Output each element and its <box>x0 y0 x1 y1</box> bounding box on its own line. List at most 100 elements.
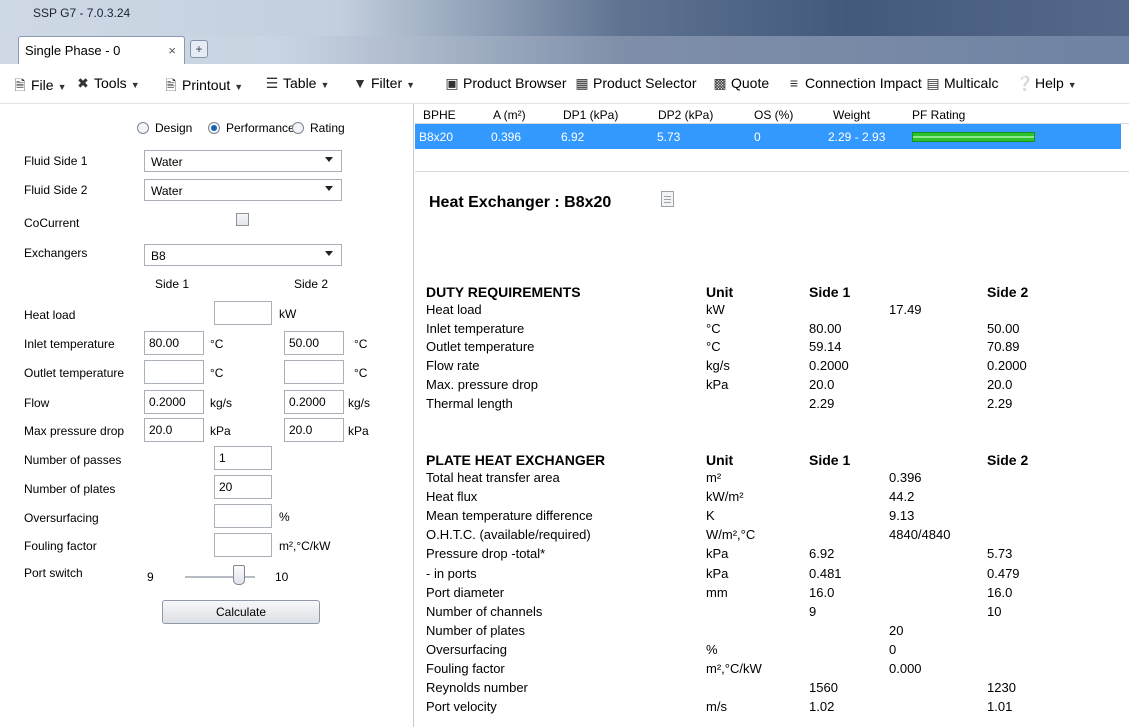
cell-os: 0 <box>754 130 761 144</box>
plate-header-label: PLATE HEAT EXCHANGER <box>426 452 606 468</box>
duty-row-label: Thermal length <box>426 395 513 411</box>
tools-menu[interactable]: ✖ Tools ▼ <box>75 75 139 92</box>
product-selector-label: Product Selector <box>593 75 697 91</box>
chevron-down-icon <box>325 251 333 256</box>
port-switch-max: 10 <box>275 570 289 584</box>
toolbar: 🗎 File ▼ ✖ Tools ▼ 🖹 Printout ▼ ☰ Table ▼ ▼ Filte… <box>0 64 1129 104</box>
fluid-side-1-label: Fluid Side 1 <box>24 154 88 168</box>
plate-row-unit: kW/m² <box>706 489 744 505</box>
quote-label: Quote <box>731 75 770 91</box>
column-header[interactable]: PF Rating <box>912 108 965 122</box>
heat-load-input[interactable] <box>214 301 272 325</box>
mode-design-radio[interactable]: Design <box>137 121 192 135</box>
multicalc-icon: ▤ <box>926 75 940 91</box>
plate-row-mid: 4840/4840 <box>889 527 951 543</box>
inlet-temperature-side1-unit: °C <box>210 337 224 351</box>
cell-dp2: 5.73 <box>657 130 681 144</box>
fouling-factor-input[interactable] <box>214 533 272 557</box>
cell-bphe: B8x20 <box>419 130 454 144</box>
divider <box>415 171 1129 172</box>
plate-row-unit: kPa <box>706 565 729 581</box>
duty-header-unit: Unit <box>706 284 734 300</box>
exchangers-select[interactable]: B8 <box>144 244 342 266</box>
max-pressure-drop-side2-input[interactable]: 20.0 <box>284 418 344 442</box>
plate-row-label: Oversurfacing <box>426 641 507 657</box>
filter-icon: ▼ <box>353 75 367 91</box>
product-browser-icon: ▣ <box>445 75 459 91</box>
tab-strip: Single Phase - 0 × + <box>0 36 1129 64</box>
max-pressure-drop-side1-input[interactable]: 20.0 <box>144 418 204 442</box>
flow-label: Flow <box>24 396 50 410</box>
plate-row-mid: 0 <box>889 641 897 657</box>
duty-row-s1: 80.00 <box>809 320 842 336</box>
mode-performance-radio[interactable]: Performance <box>208 121 295 135</box>
column-header[interactable]: A (m²) <box>493 108 526 122</box>
oversurfacing-input[interactable] <box>214 504 272 528</box>
column-header[interactable]: Weight <box>833 108 870 122</box>
file-menu[interactable]: 🗎 File ▼ <box>12 75 66 99</box>
column-header[interactable]: DP1 (kPa) <box>563 108 618 122</box>
inlet-temperature-label: Inlet temperature <box>24 337 115 351</box>
outlet-temperature-side1-input[interactable] <box>144 360 204 384</box>
plate-row-label: Heat flux <box>426 489 478 505</box>
mode-design-label: Design <box>155 121 193 135</box>
plate-row-label: Fouling factor <box>426 661 505 676</box>
filter-menu[interactable]: ▼ Filter ▼ <box>352 75 415 91</box>
cocurrent-checkbox[interactable] <box>236 213 249 226</box>
table-row-selected[interactable]: B8x20 0.396 6.92 5.73 0 2.29 - 2.93 <box>415 124 1121 149</box>
fluid-side-2-select[interactable]: Water <box>144 179 342 201</box>
column-header[interactable]: BPHE <box>423 108 456 122</box>
help-icon: ❔ <box>1016 75 1034 91</box>
quote-button[interactable]: ▩ Quote <box>712 75 769 92</box>
heat-exchanger-title: Heat Exchanger : B8x20 <box>429 194 612 211</box>
close-tab-icon[interactable]: × <box>168 43 176 58</box>
fluid-side-1-select[interactable]: Water <box>144 150 342 172</box>
duty-row-s2: 70.89 <box>987 339 1020 355</box>
product-selector-button[interactable]: ▦ Product Selector <box>574 75 697 92</box>
connection-impact-button[interactable]: ≡ Connection Impact <box>786 75 922 91</box>
document-icon[interactable] <box>661 191 674 207</box>
plate-row-mid: 20 <box>889 622 904 638</box>
table-icon: ☰ <box>265 75 279 91</box>
plate-row-s1: 0.481 <box>809 565 842 581</box>
flow-side1-unit: kg/s <box>210 396 233 410</box>
app-title: SSP G7 - 7.0.3.24 <box>33 6 131 20</box>
add-tab-icon[interactable]: + <box>190 40 208 58</box>
flow-side1-input[interactable]: 0.2000 <box>144 390 204 414</box>
product-selector-icon: ▦ <box>575 75 589 91</box>
column-header[interactable]: OS (%) <box>754 108 793 122</box>
mode-performance-label: Performance <box>226 121 295 135</box>
duty-row-label: Inlet temperature <box>426 320 525 336</box>
help-menu[interactable]: ❔ Help ▼ <box>1016 75 1077 92</box>
product-browser-button[interactable]: ▣ Product Browser <box>444 75 566 92</box>
outlet-temperature-side2-input[interactable] <box>284 360 344 384</box>
exchangers-label: Exchangers <box>24 246 88 260</box>
number-of-plates-input[interactable]: 20 <box>214 475 272 499</box>
flow-side2-input[interactable]: 0.2000 <box>284 390 344 414</box>
plate-row-mid: 0.000 <box>889 661 922 676</box>
duty-row-s2: 50.00 <box>987 320 1020 336</box>
chevron-down-icon: ▼ <box>234 82 244 92</box>
plate-row-s2: 5.73 <box>987 546 1013 562</box>
printout-icon: 🖹 <box>165 77 177 93</box>
inlet-temperature-side1-input[interactable]: 80.00 <box>144 331 204 355</box>
plate-row-label: Port diameter <box>426 584 505 600</box>
tab-single-phase[interactable]: Single Phase - 0 × <box>18 36 185 64</box>
cocurrent-label: CoCurrent <box>24 216 80 230</box>
printout-menu[interactable]: 🖹 Printout ▼ <box>163 75 243 99</box>
outlet-temperature-label: Outlet temperature <box>24 366 125 380</box>
duty-row-label: Max. pressure drop <box>426 376 538 392</box>
mode-rating-radio[interactable]: Rating <box>292 121 345 135</box>
exchangers-value: B8 <box>151 249 166 263</box>
column-header[interactable]: DP2 (kPa) <box>658 108 713 122</box>
plate-header-unit: Unit <box>706 452 734 468</box>
plate-row-label: Pressure drop -total* <box>426 546 546 562</box>
calculate-button[interactable]: Calculate <box>162 600 320 624</box>
duty-header-s2: Side 2 <box>987 284 1029 300</box>
number-of-passes-input[interactable]: 1 <box>214 446 272 470</box>
multicalc-button[interactable]: ▤ Multicalc <box>925 75 998 92</box>
table-menu[interactable]: ☰ Table ▼ <box>264 75 330 92</box>
inlet-temperature-side2-input[interactable]: 50.00 <box>284 331 344 355</box>
duty-row-label: Heat load <box>426 302 482 317</box>
port-switch-slider-handle[interactable] <box>233 565 245 585</box>
